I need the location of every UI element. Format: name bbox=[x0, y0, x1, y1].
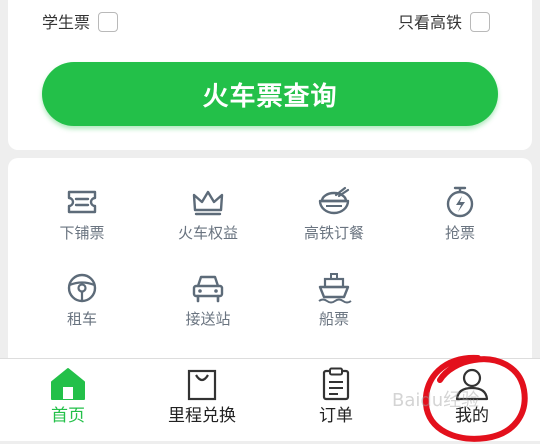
gaotie-only-checkbox[interactable] bbox=[470, 12, 490, 32]
train-ticket-search-button[interactable]: 火车票查询 bbox=[42, 62, 498, 126]
nav-label: 我的 bbox=[455, 406, 489, 426]
services-card: 下铺票 火车权益 高铁订餐 抢票 租车 接送站 船票 bbox=[8, 158, 532, 358]
stopwatch-icon bbox=[446, 186, 474, 218]
nav-home[interactable]: 首页 bbox=[8, 367, 128, 437]
service-label: 高铁订餐 bbox=[303, 224, 364, 242]
home-icon bbox=[51, 368, 85, 400]
service-label: 船票 bbox=[318, 310, 349, 328]
service-label: 接送站 bbox=[185, 310, 231, 328]
bottom-navigation: 首页 里程兑换 订单 我的 bbox=[0, 358, 540, 441]
nav-mine[interactable]: 我的 bbox=[412, 367, 532, 437]
service-train-benefits[interactable]: 火车权益 bbox=[153, 186, 263, 250]
service-station-transfer[interactable]: 接送站 bbox=[153, 272, 263, 336]
query-card: 学生票 只看高铁 火车票查询 bbox=[8, 0, 532, 150]
car-icon bbox=[192, 275, 224, 303]
shopping-bag-icon bbox=[187, 369, 217, 401]
student-ticket-label: 学生票 bbox=[42, 13, 91, 32]
steering-wheel-icon bbox=[67, 273, 97, 303]
user-icon bbox=[455, 368, 489, 401]
clipboard-icon bbox=[322, 367, 350, 401]
rice-bowl-icon bbox=[318, 186, 350, 215]
service-ship-ticket[interactable]: 船票 bbox=[279, 272, 389, 336]
service-car-rental[interactable]: 租车 bbox=[27, 272, 137, 336]
ticket-icon bbox=[67, 190, 97, 214]
service-meal-order[interactable]: 高铁订餐 bbox=[279, 186, 389, 250]
service-label: 火车权益 bbox=[177, 224, 238, 242]
service-grab-ticket[interactable]: 抢票 bbox=[405, 186, 515, 250]
student-ticket-checkbox[interactable] bbox=[98, 12, 118, 32]
service-label: 租车 bbox=[66, 310, 97, 328]
nav-label: 里程兑换 bbox=[168, 406, 236, 426]
nav-label: 订单 bbox=[319, 406, 353, 426]
nav-orders[interactable]: 订单 bbox=[276, 367, 396, 437]
nav-label: 首页 bbox=[51, 406, 85, 426]
ship-icon bbox=[318, 273, 352, 304]
service-lower-berth[interactable]: 下铺票 bbox=[27, 186, 137, 250]
service-label: 抢票 bbox=[444, 224, 475, 242]
crown-icon bbox=[192, 190, 224, 216]
gaotie-only-label: 只看高铁 bbox=[398, 13, 463, 32]
service-label: 下铺票 bbox=[59, 224, 105, 242]
nav-mileage-exchange[interactable]: 里程兑换 bbox=[142, 367, 262, 437]
